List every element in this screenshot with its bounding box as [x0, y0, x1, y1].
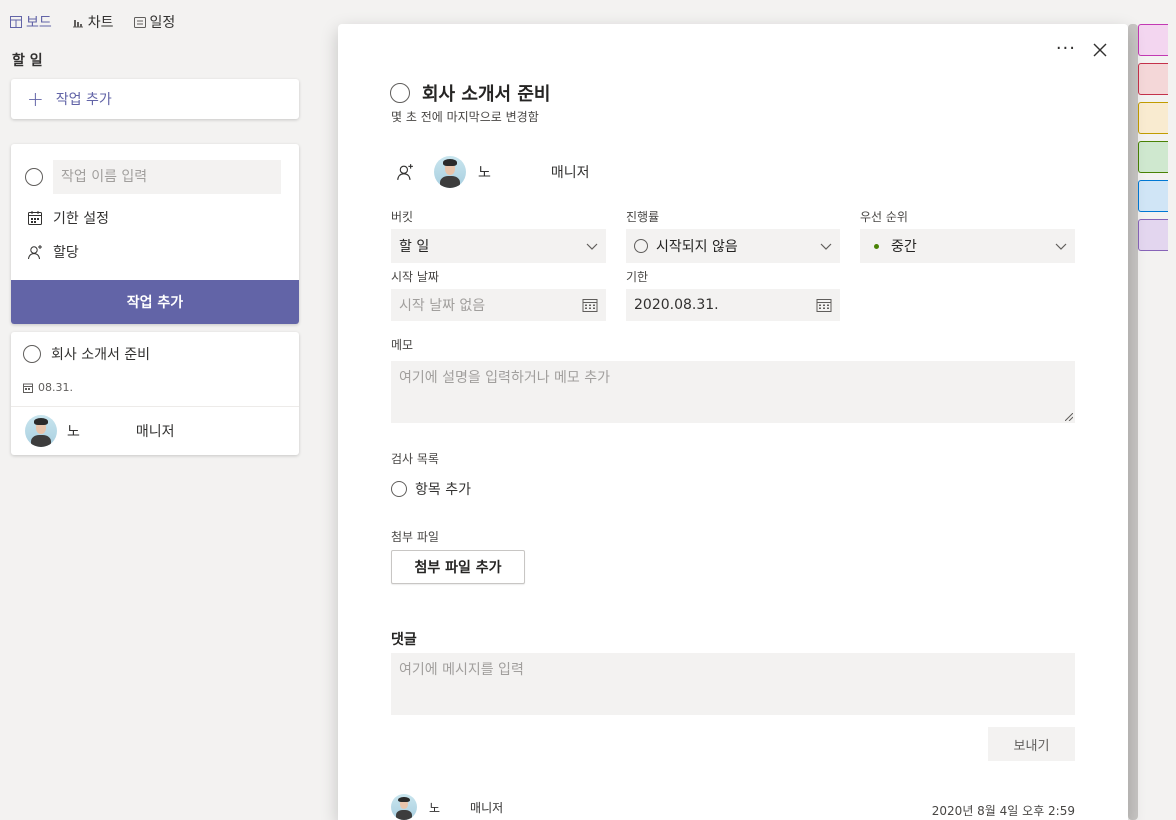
memo-textarea[interactable]: 여기에 설명을 입력하거나 메모 추가: [391, 361, 1075, 423]
complete-circle-icon[interactable]: [23, 345, 41, 363]
task-card[interactable]: 회사 소개서 준비 08.31. 노 매니저: [11, 332, 299, 455]
comment-author-last: 매니저: [470, 800, 504, 815]
complete-circle-icon[interactable]: [25, 168, 43, 186]
checklist-label: 검사 목록: [391, 452, 439, 466]
task-card-assignee: 노 매니저: [25, 415, 175, 447]
label-strip[interactable]: [1138, 24, 1168, 56]
assign-person-icon[interactable]: [396, 163, 414, 181]
task-card-due: 08.31.: [38, 381, 73, 394]
resize-handle-icon[interactable]: [1065, 413, 1073, 421]
board-icon: [10, 16, 22, 28]
priority-select[interactable]: 중간: [860, 229, 1075, 263]
submit-add-task-button[interactable]: 작업 추가: [11, 280, 299, 324]
priority-label: 우선 순위: [860, 210, 908, 224]
priority-value: 중간: [891, 239, 917, 255]
comment-item: 노 매니저 2020년 8월 4일 오후 2:59: [391, 794, 1075, 820]
start-date-placeholder: 시작 날짜 없음: [399, 298, 486, 314]
bucket-title: 할 일: [12, 53, 43, 69]
add-checklist-item-label: 항목 추가: [415, 482, 471, 498]
comment-placeholder: 여기에 메시지를 입력: [399, 662, 524, 678]
nav-chart[interactable]: 차트: [72, 12, 114, 32]
bucket-label: 버킷: [391, 210, 414, 224]
progress-select[interactable]: 시작되지 않음: [626, 229, 840, 263]
comments-title: 댓글: [391, 632, 417, 648]
not-started-icon: [634, 239, 648, 253]
checklist-circle-icon: [391, 481, 407, 497]
last-modified: 몇 초 전에 마지막으로 변경함: [391, 110, 539, 124]
view-switcher: 보드 차트 일정: [10, 12, 175, 32]
calendar-icon: [582, 299, 598, 312]
divider: [11, 406, 299, 407]
calendar-icon: [28, 211, 42, 225]
add-checklist-item[interactable]: 항목 추가: [391, 479, 471, 499]
comment-timestamp: 2020년 8월 4일 오후 2:59: [931, 804, 1075, 818]
assignee-first-name: 노: [67, 424, 80, 440]
label-strip[interactable]: [1138, 63, 1168, 95]
bucket-value: 할 일: [399, 239, 430, 255]
task-detail-dialog: ··· 회사 소개서 준비 몇 초 전에 마지막으로 변경함 노 매니저 버킷 …: [338, 24, 1128, 820]
nav-board-label: 보드: [26, 15, 52, 31]
comment-input[interactable]: 여기에 메시지를 입력: [391, 653, 1075, 715]
nav-chart-label: 차트: [87, 15, 114, 31]
comment-author-first: 노: [429, 800, 441, 815]
scrollbar[interactable]: [1128, 24, 1138, 820]
label-strip[interactable]: [1138, 219, 1168, 251]
label-strip[interactable]: [1138, 102, 1168, 134]
memo-placeholder: 여기에 설명을 입력하거나 메모 추가: [399, 370, 610, 386]
due-date-label: 기한: [626, 270, 649, 284]
assign-label: 할당: [53, 245, 79, 261]
chevron-down-icon: [820, 243, 832, 250]
chevron-down-icon: [586, 243, 598, 250]
start-date-picker[interactable]: 시작 날짜 없음: [391, 289, 606, 321]
progress-label: 진행률: [626, 210, 660, 224]
label-strip[interactable]: [1138, 180, 1168, 212]
nav-schedule[interactable]: 일정: [133, 12, 176, 32]
avatar: [391, 794, 417, 820]
nav-board[interactable]: 보드: [10, 12, 52, 32]
calendar-icon: [23, 383, 33, 393]
set-due-date-option[interactable]: 기한 설정: [27, 208, 109, 228]
assignee-last-name: 매니저: [135, 424, 175, 440]
priority-dot-icon: [874, 243, 879, 249]
new-task-form: 기한 설정 할당 작업 추가: [11, 144, 299, 324]
add-task-button[interactable]: + 작업 추가: [11, 79, 299, 119]
bucket-select[interactable]: 할 일: [391, 229, 606, 263]
chart-icon: [72, 20, 83, 28]
set-due-date-label: 기한 설정: [53, 211, 109, 227]
task-title[interactable]: 회사 소개서 준비: [422, 80, 550, 106]
progress-value: 시작되지 않음: [656, 239, 738, 255]
due-date-value: 2020.08.31.: [634, 297, 719, 313]
avatar: [25, 415, 57, 447]
assignee-last-name: 매니저: [550, 165, 590, 181]
send-button[interactable]: 보내기: [988, 727, 1075, 761]
add-attachment-button[interactable]: 첨부 파일 추가: [391, 550, 525, 584]
complete-circle-icon[interactable]: [390, 83, 410, 103]
attachments-label: 첨부 파일: [391, 530, 439, 544]
start-date-label: 시작 날짜: [391, 270, 439, 284]
memo-label: 메모: [391, 338, 414, 352]
calendar-icon: [816, 299, 832, 312]
more-options-button[interactable]: ···: [1056, 38, 1076, 59]
add-task-label: 작업 추가: [55, 92, 112, 108]
assignee-row: 노 매니저: [396, 156, 590, 188]
assign-option[interactable]: 할당: [27, 242, 79, 262]
plus-icon: +: [27, 87, 44, 111]
avatar[interactable]: [434, 156, 466, 188]
due-date-picker[interactable]: 2020.08.31.: [626, 289, 840, 321]
task-card-title: 회사 소개서 준비: [51, 347, 151, 363]
close-icon[interactable]: [1092, 42, 1108, 58]
assignee-first-name: 노: [478, 165, 491, 181]
assign-person-icon: [28, 245, 42, 260]
label-strip[interactable]: [1138, 141, 1168, 173]
chevron-down-icon: [1055, 243, 1067, 250]
task-name-input[interactable]: [53, 160, 281, 194]
nav-schedule-label: 일정: [149, 15, 176, 31]
schedule-icon: [133, 17, 146, 28]
